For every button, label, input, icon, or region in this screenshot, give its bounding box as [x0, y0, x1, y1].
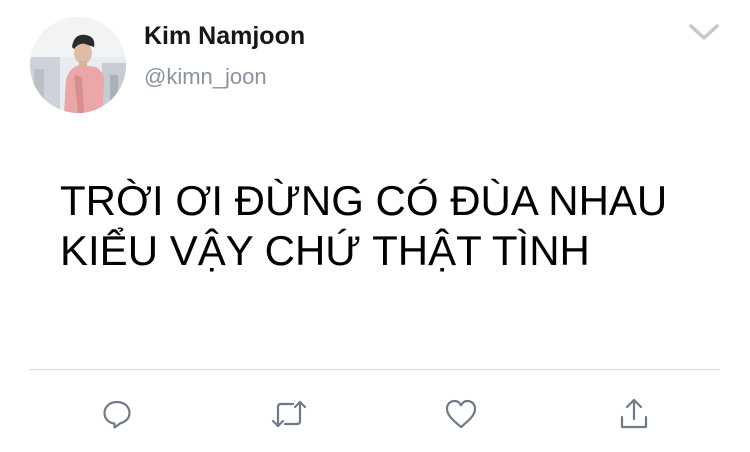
share-button[interactable]	[614, 394, 654, 434]
avatar[interactable]	[30, 17, 126, 113]
divider	[30, 369, 720, 370]
retweet-icon	[271, 400, 307, 428]
heart-icon	[445, 399, 477, 429]
author-display-name[interactable]: Kim Namjoon	[144, 22, 305, 51]
retweet-button[interactable]	[269, 394, 309, 434]
tweet-text: TRỜI ƠI ĐỪNG CÓ ĐÙA NHAU KIỂU VẬY CHỨ TH…	[60, 177, 668, 274]
reply-button[interactable]	[97, 394, 137, 434]
tweet-menu-button[interactable]	[684, 18, 724, 46]
comment-icon	[103, 400, 131, 429]
author-handle[interactable]: @kimn_joon	[144, 64, 267, 90]
chevron-down-icon	[689, 24, 719, 40]
profile-photo	[30, 17, 126, 113]
like-button[interactable]	[441, 394, 481, 434]
share-icon	[620, 398, 648, 429]
